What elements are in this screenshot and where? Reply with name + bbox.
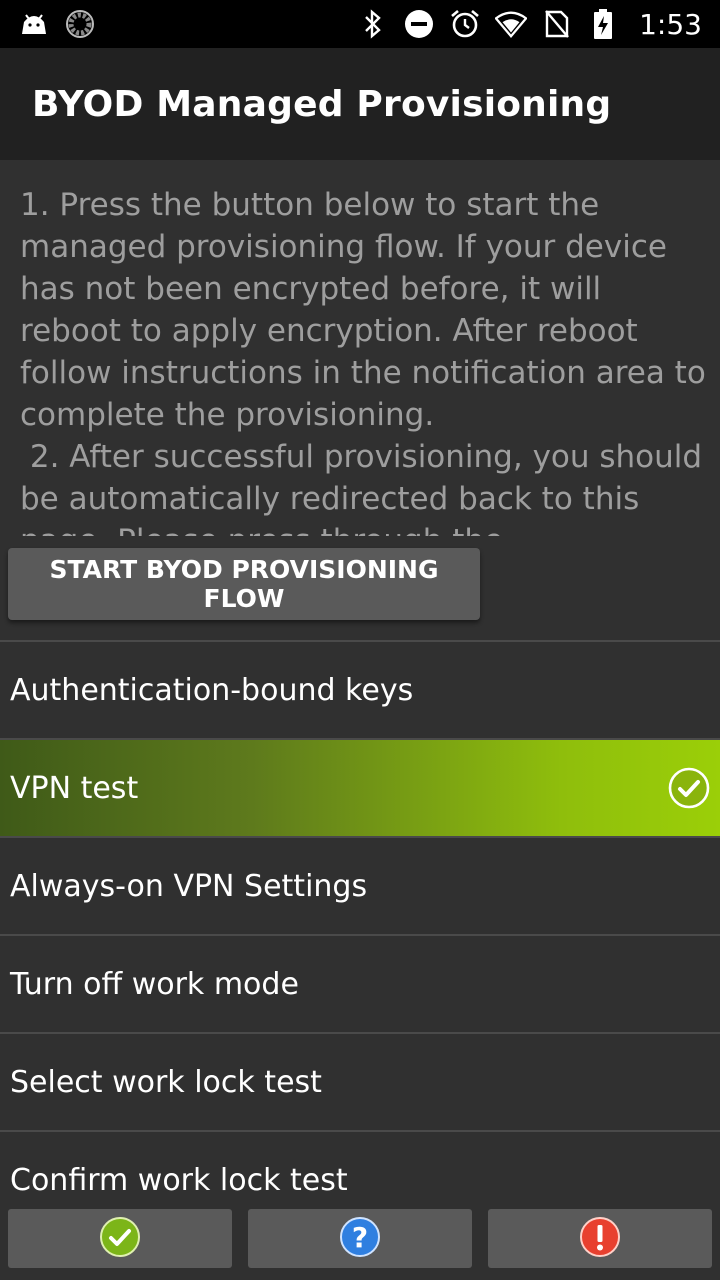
bottom-button-bar: ?	[0, 1200, 720, 1280]
test-item-select-work-lock-test[interactable]: Select work lock test	[0, 1032, 720, 1130]
help-question-icon: ?	[339, 1216, 381, 1261]
sync-progress-icon	[64, 8, 96, 40]
pass-button[interactable]	[8, 1209, 232, 1268]
bluetooth-icon	[357, 8, 389, 40]
fail-exclamation-icon	[579, 1216, 621, 1261]
status-time: 1:53	[639, 7, 702, 41]
alarm-icon	[449, 8, 481, 40]
info-button[interactable]: ?	[248, 1209, 472, 1268]
test-item-vpn-test[interactable]: VPN test	[0, 738, 720, 836]
test-item-turn-off-work-mode[interactable]: Turn off work mode	[0, 934, 720, 1032]
wifi-icon	[495, 8, 528, 40]
test-item-label: Turn off work mode	[10, 966, 299, 1002]
do-not-disturb-icon	[403, 8, 435, 40]
test-list[interactable]: Authentication-bound keys VPN test Alway…	[0, 640, 720, 1228]
status-bar: 1:53	[0, 0, 720, 48]
app-bar: BYOD Managed Provisioning	[0, 48, 720, 160]
test-item-label: Confirm work lock test	[10, 1162, 348, 1198]
no-sim-icon	[541, 8, 573, 40]
battery-charging-icon	[587, 8, 619, 40]
test-item-authentication-bound-keys[interactable]: Authentication-bound keys	[0, 640, 720, 738]
start-byod-provisioning-button[interactable]: START BYOD PROVISIONING FLOW	[8, 548, 480, 620]
fail-button[interactable]	[488, 1209, 712, 1268]
test-item-label: Always-on VPN Settings	[10, 868, 368, 904]
instructions-text[interactable]: 1. Press the button below to start the m…	[20, 184, 710, 536]
passed-check-icon	[668, 767, 710, 809]
test-item-label: VPN test	[10, 770, 139, 806]
status-bar-left	[18, 8, 96, 40]
test-item-label: Select work lock test	[10, 1064, 322, 1100]
svg-text:?: ?	[352, 1221, 368, 1254]
status-bar-right: 1:53	[357, 8, 702, 41]
pass-check-icon	[99, 1216, 141, 1261]
test-item-label: Authentication-bound keys	[10, 672, 414, 708]
test-item-always-on-vpn-settings[interactable]: Always-on VPN Settings	[0, 836, 720, 934]
page-title: BYOD Managed Provisioning	[32, 83, 612, 125]
android-notification-icon	[18, 8, 50, 40]
